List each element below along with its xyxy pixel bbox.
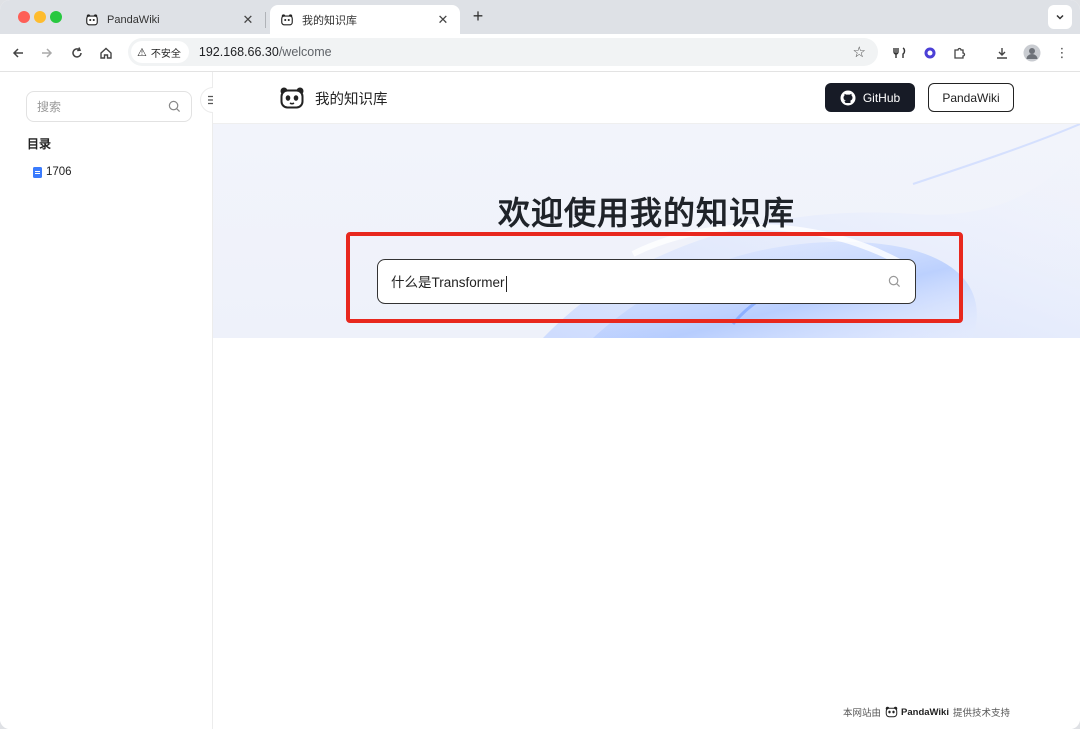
puzzle-icon[interactable] (949, 43, 969, 63)
new-tab-button[interactable]: + (469, 6, 487, 27)
url-path: /welcome (278, 45, 332, 59)
hero-title: 欢迎使用我的知识库 (497, 195, 795, 231)
toc-title: 目录 (27, 137, 52, 151)
tab-separator (265, 12, 266, 28)
search-placeholder: 搜索 (37, 100, 62, 114)
home-button[interactable] (96, 43, 116, 63)
arrow-left-icon (12, 48, 23, 58)
back-button[interactable] (8, 43, 28, 63)
security-label: 不安全 (150, 48, 181, 60)
close-icon[interactable]: ✕ (436, 12, 450, 28)
search-icon (168, 100, 181, 113)
extension-circle-icon[interactable] (920, 43, 940, 63)
panda-logo-icon (280, 87, 304, 109)
tab-pandawiki[interactable]: PandaWiki ✕ (75, 5, 265, 34)
footer-suffix: 提供技术支持 (952, 708, 1010, 719)
download-icon[interactable] (992, 43, 1012, 63)
toc-item-label: 1706 (46, 166, 72, 178)
reload-button[interactable] (67, 43, 87, 63)
site-header: 我的知识库 GitHub PandaWiki (213, 72, 1080, 124)
avatar-icon (1023, 44, 1041, 62)
close-window-button[interactable] (18, 11, 30, 23)
fork-knife-icon (893, 47, 906, 58)
tab-title: 我的知识库 (302, 14, 357, 27)
arrow-right-icon (42, 48, 53, 58)
footer: 本网站由 PandaWiki 提供技术支持 (843, 705, 1010, 720)
panda-icon (281, 13, 293, 25)
pandawiki-button[interactable]: PandaWiki (928, 83, 1014, 112)
maximize-window-button[interactable] (50, 11, 62, 23)
panda-logo-icon (885, 706, 898, 718)
sidebar-search-input[interactable]: 搜索 (26, 91, 192, 122)
github-button[interactable]: GitHub (825, 83, 915, 112)
address-bar[interactable]: ⚠ 不安全 192.168.66.30/welcome ☆ (128, 38, 878, 66)
extension-icon[interactable] (890, 43, 910, 63)
bookmark-star-icon[interactable]: ☆ (853, 43, 866, 61)
toc-item-1706[interactable]: 1706 (33, 166, 72, 178)
tab-knowledge-base[interactable]: 我的知识库 ✕ (270, 5, 460, 34)
brand-name: 我的知识库 (315, 91, 388, 108)
github-label: GitHub (862, 90, 901, 105)
github-icon (840, 90, 856, 105)
sidebar: 搜索 目录 1706 (0, 72, 213, 729)
url-text: 192.168.66.30/welcome (199, 45, 332, 59)
minimize-window-button[interactable] (34, 11, 46, 23)
profile-avatar[interactable] (1022, 43, 1042, 63)
forward-button[interactable] (37, 43, 57, 63)
tab-title: PandaWiki (107, 13, 160, 26)
home-icon (100, 47, 112, 59)
annotation-highlight-box (346, 232, 963, 323)
more-menu-icon[interactable]: ⋮ (1052, 43, 1072, 63)
document-icon (33, 166, 42, 178)
close-icon[interactable]: ✕ (241, 12, 255, 28)
brand[interactable]: 我的知识库 (279, 86, 388, 110)
footer-brand[interactable]: PandaWiki (901, 707, 949, 718)
browser-toolbar: ⚠ 不安全 192.168.66.30/welcome ☆ ⋮ (0, 34, 1080, 72)
tab-search-button[interactable] (1048, 5, 1072, 29)
browser-window: PandaWiki ✕ 我的知识库 ✕ + ⚠ 不安全 192.168.66.3… (0, 0, 1080, 729)
page-content: 搜索 目录 1706 我的知识库 GitHub PandaWiki 欢迎使用我的… (0, 72, 1080, 729)
reload-icon (72, 47, 82, 58)
pandawiki-label: PandaWiki (942, 90, 1000, 105)
warning-icon: ⚠ (137, 46, 147, 59)
url-host: 192.168.66.30 (198, 45, 279, 59)
chevron-down-icon (1056, 14, 1064, 20)
tab-strip: PandaWiki ✕ 我的知识库 ✕ + (0, 0, 1080, 34)
panda-icon (86, 13, 98, 25)
footer-prefix: 本网站由 (843, 708, 882, 719)
security-chip[interactable]: ⚠ 不安全 (131, 41, 189, 63)
